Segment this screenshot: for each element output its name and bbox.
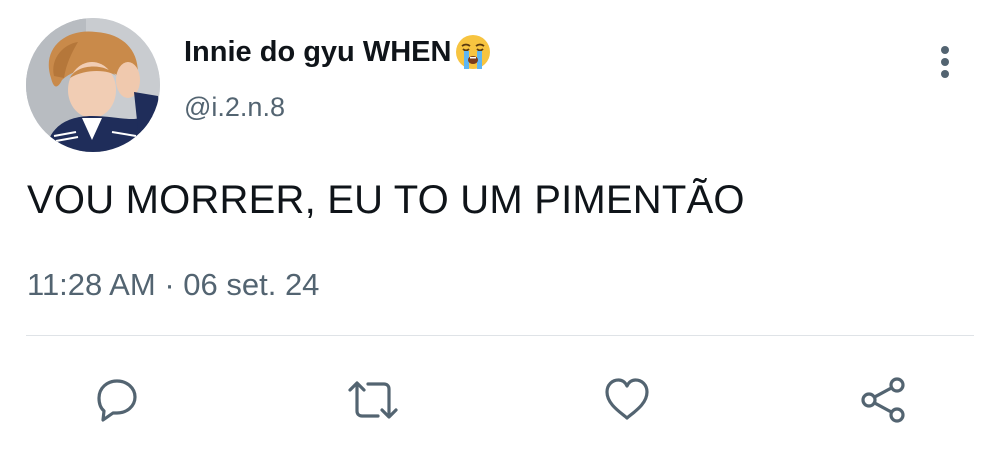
retweet-icon [348,381,398,419]
more-options-button[interactable] [928,40,962,84]
like-button[interactable] [600,373,654,427]
retweet-button[interactable] [346,373,400,427]
username-handle[interactable]: @i.2.n.8 [184,92,285,123]
display-name[interactable]: Innie do gyu WHEN [184,32,493,72]
divider [26,335,974,336]
share-button[interactable] [856,373,910,427]
reply-button[interactable] [90,373,144,427]
more-vertical-icon [941,46,949,78]
share-icon [861,377,905,423]
meta-separator: · [164,267,175,302]
heart-icon [605,378,649,420]
loudly-crying-face-icon [453,32,493,72]
avatar-image [26,18,160,152]
display-name-text: Innie do gyu WHEN [184,35,452,68]
tweet-text: VOU MORRER, EU TO UM PIMENTÃO [27,178,745,222]
tweet-timestamp[interactable]: 11:28 AM · 06 set. 24 [27,267,319,303]
reply-icon [97,379,137,422]
tweet-date: 06 set. 24 [183,267,320,302]
tweet-time: 11:28 AM [27,267,156,302]
avatar[interactable] [26,18,160,152]
